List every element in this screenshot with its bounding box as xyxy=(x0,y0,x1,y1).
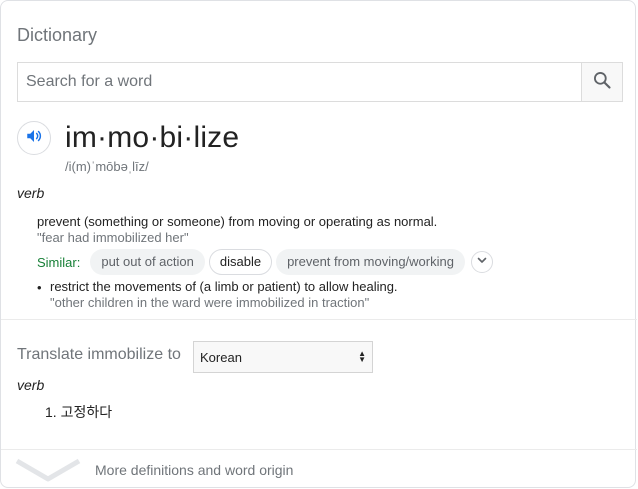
pronunciation-button[interactable] xyxy=(17,121,51,155)
search-input[interactable] xyxy=(18,63,581,101)
card-title: Dictionary xyxy=(17,25,98,45)
part-of-speech: verb xyxy=(17,185,45,201)
select-arrows-icon: ▲ ▼ xyxy=(358,349,366,364)
similar-label: Similar: xyxy=(37,254,81,270)
language-select[interactable]: Korean ▲ ▼ xyxy=(193,341,373,373)
bullet: • xyxy=(37,280,42,295)
divider xyxy=(1,319,637,320)
definition-2: restrict the movements of (a limb or pat… xyxy=(50,279,398,294)
divider xyxy=(1,449,637,450)
similar-chip[interactable]: put out of action xyxy=(90,249,205,275)
chevron-down-icon xyxy=(476,253,488,271)
search-icon xyxy=(592,70,612,95)
dictionary-card: Dictionary im·mo·bi·lize /i(m)ˈmōbəˌlīz/… xyxy=(0,0,637,488)
example-2: "other children in the ward were immobil… xyxy=(50,295,370,310)
similar-chip[interactable]: prevent from moving/working xyxy=(276,249,465,275)
example-1: "fear had immobilized her" xyxy=(37,230,189,245)
more-definitions-label: More definitions and word origin xyxy=(95,462,294,478)
search-button[interactable] xyxy=(581,63,622,101)
phonetic-spelling: /i(m)ˈmōbəˌlīz/ xyxy=(65,159,149,174)
more-definitions-link[interactable]: More definitions and word origin xyxy=(1,451,637,488)
definition-1: prevent (something or someone) from movi… xyxy=(37,214,438,229)
language-selected: Korean xyxy=(200,349,242,365)
speaker-icon xyxy=(25,127,43,150)
translation-part-of-speech: verb xyxy=(17,377,45,393)
translation-item: 1. 고정하다 xyxy=(45,404,113,420)
translate-label: Translate immobilize to xyxy=(17,346,181,363)
search-box xyxy=(17,62,623,102)
expand-similar-button[interactable] xyxy=(470,251,493,273)
similar-chip[interactable]: disable xyxy=(208,249,273,275)
similar-words: Similar: put out of action disable preve… xyxy=(37,249,493,275)
headword: im·mo·bi·lize xyxy=(65,121,240,154)
chevron-down-icon xyxy=(15,457,81,488)
